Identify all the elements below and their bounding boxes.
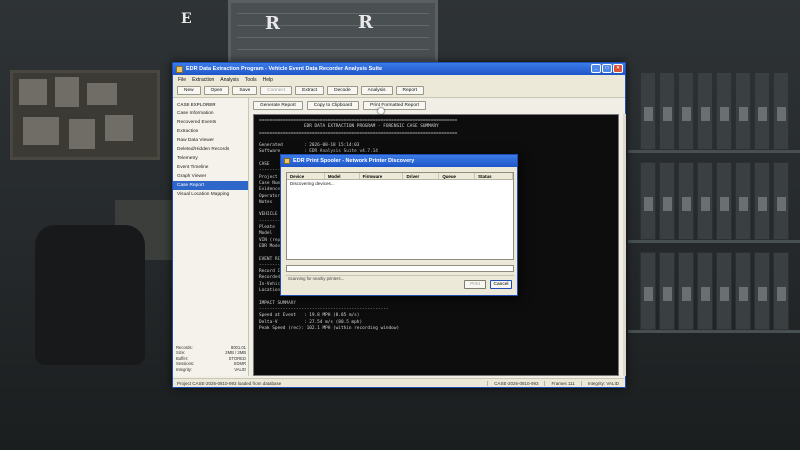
generate-report-button[interactable]: Generate Report [253,101,303,110]
mouse-cursor [378,108,384,114]
col-model[interactable]: Model [325,173,360,179]
hud-letter-r-2: R [358,12,373,33]
status-integrity: Integrity: VALID [580,380,625,386]
binder [697,252,713,330]
report-toolbar: Generate Report Copy to Clipboard Print … [251,98,623,112]
binder [773,72,789,150]
printer-list-header: Device Model Firmware Driver Queue Statu… [287,173,513,180]
sidebar-item[interactable]: Case Report [173,181,248,190]
binder [678,252,694,330]
office-chair [35,225,145,365]
binder [716,252,732,330]
col-firmware[interactable]: Firmware [360,173,404,179]
sidebar-item[interactable]: Graph Viewer [173,172,248,181]
binder [659,252,675,330]
printer-list[interactable]: Device Model Firmware Driver Queue Statu… [286,172,514,260]
sidebar-item[interactable]: Case Information [173,109,248,118]
copy-to-clipboard-button[interactable]: Copy to Clipboard [306,101,360,110]
binder [754,252,770,330]
sidebar-item[interactable]: Recovered Events [173,118,248,127]
binder [640,252,656,330]
decode-button[interactable]: Decode [327,86,358,95]
binder [735,162,751,240]
close-button[interactable]: × [613,64,623,73]
whiteboard [228,0,438,64]
window-title: EDR Data Extraction Program - Vehicle Ev… [186,66,383,72]
connect-button[interactable]: Connect [260,86,293,95]
binder [678,72,694,150]
binder [735,252,751,330]
sidebar-heading: CASE EXPLORER [177,102,216,107]
binder [640,162,656,240]
binder [754,72,770,150]
minimize-button[interactable]: _ [591,64,601,73]
binder [773,162,789,240]
binder [640,72,656,150]
stat-row: Integrity: VALID [176,367,246,373]
menu-help[interactable]: Help [263,77,273,83]
dialog-title: EDR Print Spooler - Network Printer Disc… [293,158,415,164]
binder [735,72,751,150]
sidebar-item[interactable]: Visual Location Mapping [173,190,248,199]
print-formatted-report-button[interactable]: Print Formatted Report [363,101,426,110]
console-line: Peak Speed (rec): 102.1 MPH (within reco… [259,325,400,331]
case-explorer-sidebar: CASE EXPLORER Case Information Recovered … [173,98,249,376]
open-button[interactable]: Open [203,86,230,95]
console-scrollbar[interactable] [623,114,626,376]
binder [659,72,675,150]
sidebar-stats: Records: 8001.01 Size: 2MB / 3MB Buffer: STOR… [176,345,246,373]
printer-discovery-dialog: EDR Print Spooler - Network Printer Disc… [280,154,518,296]
menubar: File Extraction Analysis Tools Help [173,75,625,84]
col-driver[interactable]: Driver [403,173,440,179]
col-status[interactable]: Status [475,173,513,179]
stat-label: Integrity: [176,366,193,372]
sidebar-item[interactable]: Raw Data Viewer [173,136,248,145]
binder [659,162,675,240]
list-item: Discovering devices... [290,181,335,186]
status-bar: Project CASE-2026-0810-993 loaded from d… [173,378,625,387]
window-titlebar[interactable]: EDR Data Extraction Program - Vehicle Ev… [173,63,625,75]
analysis-button[interactable]: Analysis [360,86,393,95]
report-button[interactable]: Report [395,86,424,95]
progress-bar [286,265,514,272]
status-frames: Frames 111 [544,380,580,386]
printer-icon [284,158,290,164]
binder [697,72,713,150]
dialog-titlebar[interactable]: EDR Print Spooler - Network Printer Disc… [281,155,517,167]
hud-letter-e: E [181,11,192,27]
status-case-id: CASE-2026-0810-993 [487,380,544,386]
binder [716,72,732,150]
col-device[interactable]: Device [287,173,325,179]
sidebar-item[interactable]: Event Timeline [173,163,248,172]
binder [678,162,694,240]
new-button[interactable]: New [177,86,201,95]
menu-extraction[interactable]: Extraction [192,77,214,83]
stat-value: VALID [234,366,246,372]
sidebar-item[interactable]: Extraction [173,127,248,136]
main-toolbar: New Open Save Connect Extract Decode Ana… [173,84,625,98]
binder [697,162,713,240]
menu-file[interactable]: File [178,77,186,83]
app-icon [176,65,183,73]
print-button[interactable]: Print [464,280,486,289]
corkboard [10,70,160,160]
maximize-button[interactable]: □ [602,64,612,73]
menu-analysis[interactable]: Analysis [220,77,239,83]
sidebar-item[interactable]: Telemetry [173,154,248,163]
status-message: Project CASE-2026-0810-993 loaded from d… [177,380,282,386]
sidebar-item[interactable]: Deleted/Hidden Records [173,145,248,154]
hud-letter-r-1: R [265,13,280,34]
cancel-button[interactable]: Cancel [490,280,512,289]
col-queue[interactable]: Queue [439,173,476,179]
binder [716,162,732,240]
menu-tools[interactable]: Tools [245,77,257,83]
extract-button[interactable]: Extract [295,86,325,95]
binder [773,252,789,330]
save-button[interactable]: Save [232,86,258,95]
binder [754,162,770,240]
